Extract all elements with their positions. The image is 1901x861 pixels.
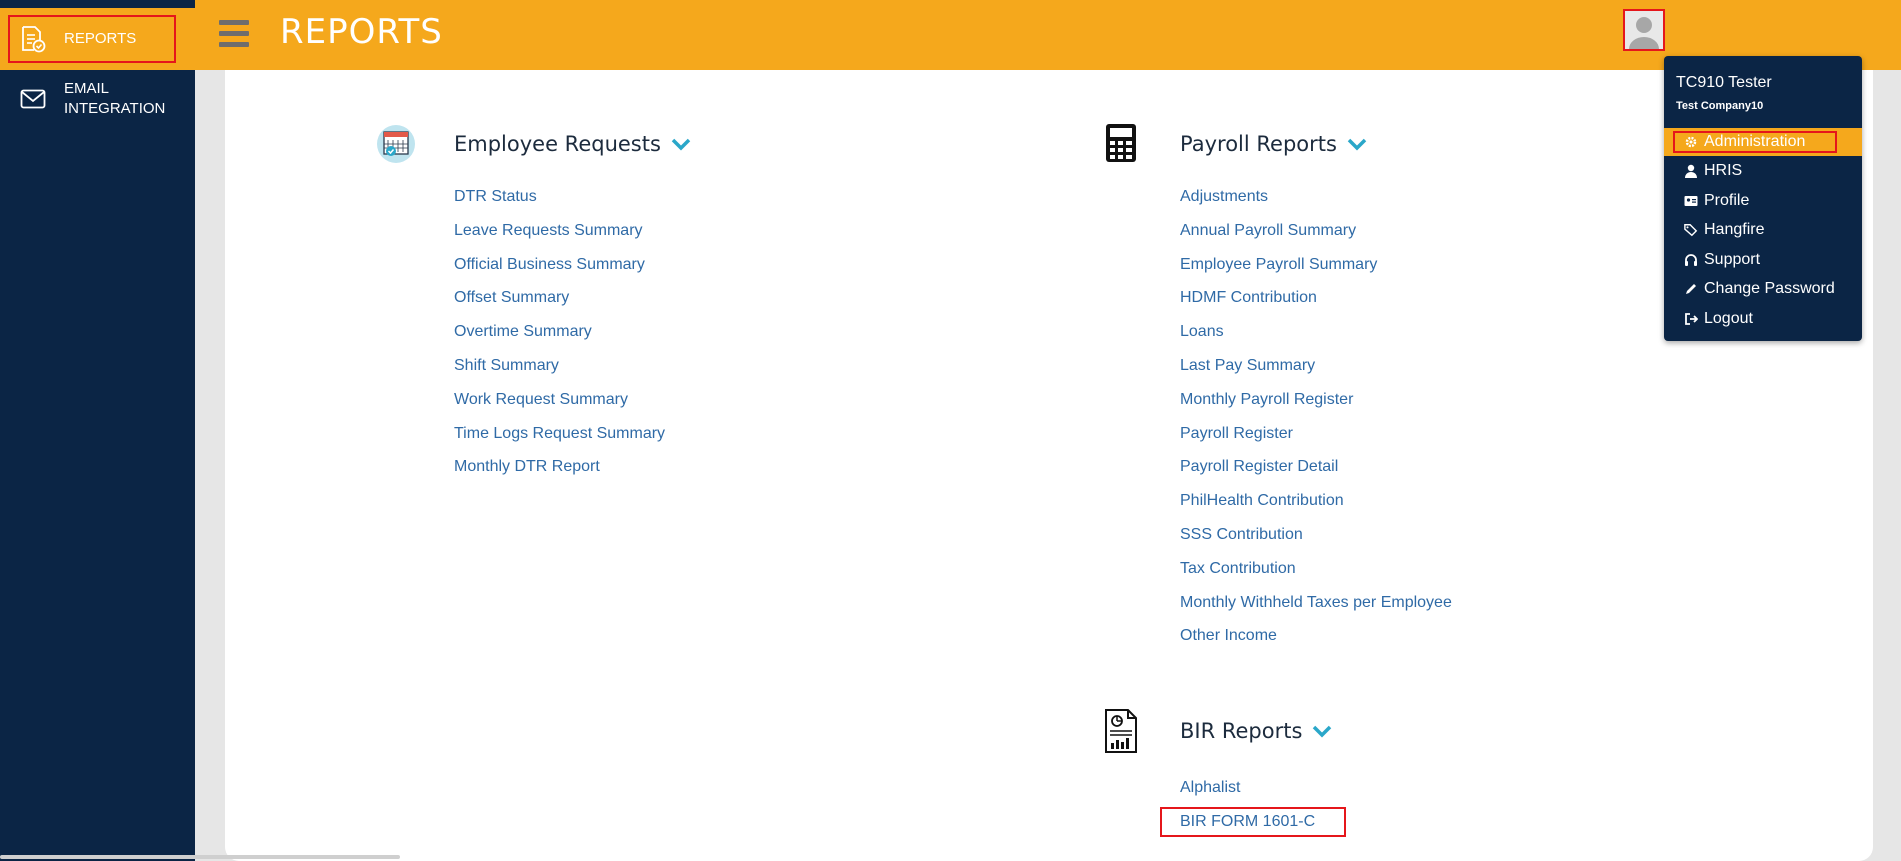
link-overtime-summary[interactable]: Overtime Summary [454, 322, 665, 356]
link-loans[interactable]: Loans [1180, 322, 1452, 356]
menu-item-label: Logout [1704, 310, 1753, 327]
horizontal-scrollbar[interactable] [0, 855, 400, 859]
link-philhealth-contribution[interactable]: PhilHealth Contribution [1180, 491, 1452, 525]
user-name: TC910 Tester [1676, 74, 1772, 91]
sidebar-item-label: EMAIL INTEGRATION [64, 79, 165, 119]
link-last-pay-summary[interactable]: Last Pay Summary [1180, 356, 1452, 390]
menu-item-label: Profile [1704, 192, 1750, 209]
menu-item-hangfire[interactable]: Hangfire [1664, 216, 1862, 244]
link-hdmf-contribution[interactable]: HDMF Contribution [1180, 288, 1452, 322]
link-dtr-status[interactable]: DTR Status [454, 187, 665, 221]
link-shift-summary[interactable]: Shift Summary [454, 356, 665, 390]
chevron-down-icon[interactable] [1312, 719, 1332, 743]
payroll-reports-links: Adjustments Annual Payroll Summary Emplo… [1180, 187, 1452, 660]
link-other-income[interactable]: Other Income [1180, 626, 1452, 660]
section-title-employee-requests[interactable]: Employee Requests [454, 132, 691, 156]
link-bir-form-1601c[interactable]: BIR FORM 1601-C [1180, 812, 1315, 846]
sidebar-item-label: REPORTS [64, 30, 137, 47]
link-monthly-dtr-report[interactable]: Monthly DTR Report [454, 457, 665, 491]
sidebar-item-email-integration[interactable]: EMAIL INTEGRATION [0, 78, 195, 120]
user-icon [1684, 164, 1698, 178]
calculator-icon [1105, 123, 1137, 168]
calendar-check-icon [376, 124, 416, 169]
link-official-business-summary[interactable]: Official Business Summary [454, 255, 665, 289]
chevron-down-icon[interactable] [671, 132, 691, 156]
link-payroll-register-detail[interactable]: Payroll Register Detail [1180, 457, 1452, 491]
menu-item-administration[interactable]: Administration [1664, 128, 1862, 156]
sign-out-icon [1684, 312, 1698, 326]
section-title-bir-reports[interactable]: BIR Reports [1180, 719, 1332, 743]
pencil-icon [1684, 282, 1698, 296]
document-chart-icon [1104, 708, 1138, 759]
menu-item-label: HRIS [1704, 162, 1743, 179]
section-title-text: BIR Reports [1180, 719, 1303, 743]
menu-item-change-password[interactable]: Change Password [1664, 275, 1862, 303]
link-alphalist[interactable]: Alphalist [1180, 778, 1315, 812]
user-company: Test Company10 [1676, 100, 1764, 112]
label-line-2: INTEGRATION [64, 100, 166, 117]
link-time-logs-request-summary[interactable]: Time Logs Request Summary [454, 424, 665, 458]
menu-item-label: Hangfire [1704, 221, 1765, 238]
link-payroll-register[interactable]: Payroll Register [1180, 424, 1452, 458]
section-title-text: Payroll Reports [1180, 132, 1337, 156]
sidebar: REPORTS EMAIL INTEGRATION [0, 0, 195, 861]
menu-item-logout[interactable]: Logout [1664, 305, 1862, 333]
link-monthly-payroll-register[interactable]: Monthly Payroll Register [1180, 390, 1452, 424]
menu-item-label: Support [1704, 251, 1761, 268]
link-offset-summary[interactable]: Offset Summary [454, 288, 665, 322]
user-avatar-button[interactable] [1623, 9, 1665, 51]
bir-reports-links: Alphalist BIR FORM 1601-C [1180, 778, 1315, 846]
reports-card: Employee Requests DTR Status Leave Reque… [225, 70, 1873, 861]
menu-item-profile[interactable]: Profile [1664, 187, 1862, 215]
link-adjustments[interactable]: Adjustments [1180, 187, 1452, 221]
link-employee-payroll-summary[interactable]: Employee Payroll Summary [1180, 255, 1452, 289]
page-title: REPORTS [280, 12, 443, 52]
section-title-text: Employee Requests [454, 132, 661, 156]
link-leave-requests-summary[interactable]: Leave Requests Summary [454, 221, 665, 255]
id-card-icon [1684, 194, 1698, 208]
label-line-1: EMAIL [64, 80, 110, 97]
user-avatar-icon [1625, 17, 1663, 49]
sidebar-item-reports[interactable]: REPORTS [0, 8, 195, 70]
chevron-down-icon[interactable] [1347, 132, 1367, 156]
menu-item-hris[interactable]: HRIS [1664, 157, 1862, 185]
link-tax-contribution[interactable]: Tax Contribution [1180, 559, 1452, 593]
menu-item-label: Change Password [1704, 280, 1835, 297]
employee-requests-links: DTR Status Leave Requests Summary Offici… [454, 187, 665, 491]
tags-icon [1684, 223, 1698, 237]
link-annual-payroll-summary[interactable]: Annual Payroll Summary [1180, 221, 1452, 255]
link-sss-contribution[interactable]: SSS Contribution [1180, 525, 1452, 559]
user-dropdown-menu: TC910 Tester Test Company10 Administrati… [1664, 56, 1862, 341]
report-check-icon [18, 24, 48, 54]
gear-icon [1684, 135, 1698, 149]
hamburger-icon[interactable] [219, 20, 249, 48]
envelope-icon [18, 84, 48, 114]
menu-item-support[interactable]: Support [1664, 246, 1862, 274]
link-work-request-summary[interactable]: Work Request Summary [454, 390, 665, 424]
headphones-icon [1684, 253, 1698, 267]
link-monthly-withheld-taxes[interactable]: Monthly Withheld Taxes per Employee [1180, 593, 1452, 627]
section-title-payroll-reports[interactable]: Payroll Reports [1180, 132, 1367, 156]
menu-item-label: Administration [1704, 133, 1806, 150]
